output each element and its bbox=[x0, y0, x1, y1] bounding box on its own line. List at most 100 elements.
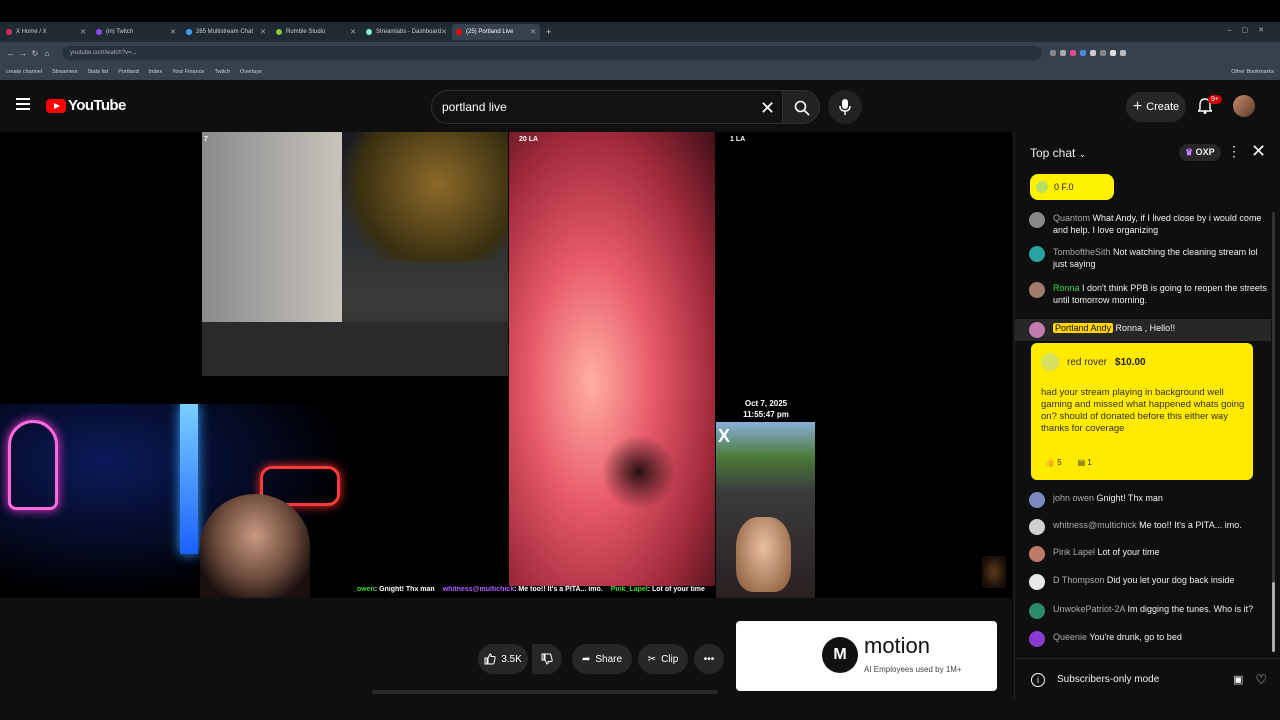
close-tab-icon[interactable]: ✕ bbox=[350, 28, 356, 36]
chat-message[interactable]: Pink Lapel Lot of your time bbox=[1029, 546, 1269, 562]
close-tab-icon[interactable]: ✕ bbox=[530, 28, 536, 36]
voice-search-button[interactable] bbox=[828, 90, 862, 124]
bookmark-item[interactable]: create channel bbox=[6, 69, 42, 75]
extension-icon[interactable] bbox=[1120, 50, 1126, 56]
video-player[interactable]: 7 20 LA 1 LA Oct 7, 2025 11:55:47 pm X _… bbox=[0, 132, 1012, 598]
extension-icon[interactable] bbox=[1060, 50, 1066, 56]
heart-icon[interactable]: ♡ bbox=[1255, 672, 1267, 688]
extension-icon[interactable] bbox=[1070, 50, 1076, 56]
chat-author[interactable]: Portland Andy bbox=[1053, 323, 1114, 333]
chat-footer: i Subscribers-only mode ▣ ♡ bbox=[1015, 658, 1280, 700]
browser-tab[interactable]: Streamlabs - Dashboard ✕ bbox=[362, 24, 450, 40]
chat-message[interactable]: whitness@multichick Me too!! It's a PITA… bbox=[1029, 519, 1269, 535]
account-avatar[interactable] bbox=[1233, 95, 1255, 117]
extension-icon[interactable] bbox=[1090, 50, 1096, 56]
dislike-button[interactable] bbox=[532, 644, 562, 674]
reload-icon[interactable]: ↻ bbox=[30, 49, 40, 58]
new-tab-icon[interactable]: + bbox=[546, 27, 551, 37]
chat-scrollbar[interactable] bbox=[1272, 212, 1275, 652]
chat-author[interactable]: Queenie bbox=[1053, 632, 1087, 642]
clear-search-icon[interactable]: ✕ bbox=[760, 98, 775, 119]
bookmark-item[interactable]: Your Finance bbox=[172, 69, 204, 75]
browser-tab[interactable]: (in) Twitch ✕ bbox=[92, 24, 180, 40]
chat-author[interactable]: D Thompson bbox=[1053, 575, 1104, 585]
bookmark-item[interactable]: Other Bookmarks bbox=[1231, 69, 1274, 75]
chat-message[interactable]: john owen Gnight! Thx man bbox=[1029, 492, 1269, 508]
gift-icon[interactable]: ▣ bbox=[1233, 673, 1243, 686]
chat-message[interactable]: Quantom What Andy, if I lived close by i… bbox=[1029, 212, 1269, 236]
ad-card[interactable]: M motion AI Employees used by 1M+ bbox=[736, 621, 997, 691]
super-chat-like-button[interactable]: 👍 5 bbox=[1045, 458, 1062, 467]
tab-favicon bbox=[456, 29, 462, 35]
extension-icon[interactable] bbox=[1080, 50, 1086, 56]
chat-author[interactable]: Quantom bbox=[1053, 213, 1090, 223]
extension-icon[interactable] bbox=[1100, 50, 1106, 56]
back-icon[interactable]: ← bbox=[6, 49, 16, 58]
chat-message[interactable]: TomboftheSith Not watching the cleaning … bbox=[1029, 246, 1269, 270]
home-icon[interactable]: ⌂ bbox=[42, 49, 52, 58]
close-tab-icon[interactable]: ✕ bbox=[441, 28, 447, 36]
channel-points-badge[interactable]: ♛ OXP bbox=[1179, 144, 1221, 161]
tab-favicon bbox=[366, 29, 372, 35]
chat-message[interactable]: D Thompson Did you let your dog back ins… bbox=[1029, 574, 1269, 590]
horizontal-scrollbar[interactable] bbox=[372, 690, 718, 694]
feed-label: 1 LA bbox=[730, 136, 746, 143]
youtube-header: YouTube portland live ✕ + Create 9+ bbox=[0, 80, 1280, 132]
super-chat-amount: $10.00 bbox=[1115, 356, 1146, 368]
youtube-logo[interactable]: YouTube bbox=[46, 97, 126, 114]
bookmark-item[interactable]: Stats list bbox=[87, 69, 108, 75]
close-tab-icon[interactable]: ✕ bbox=[80, 28, 86, 36]
browser-tab[interactable]: Rumble Studio ✕ bbox=[272, 24, 360, 40]
close-tab-icon[interactable]: ✕ bbox=[170, 28, 176, 36]
chat-author[interactable]: john owen bbox=[1053, 493, 1094, 503]
chat-message[interactable]: Ronna I don't think PPB is going to reop… bbox=[1029, 282, 1269, 306]
extension-icon[interactable] bbox=[1110, 50, 1116, 56]
bookmark-item[interactable]: Portland bbox=[118, 69, 139, 75]
bookmark-item[interactable]: Overlays bbox=[240, 69, 262, 75]
chat-message[interactable]: Portland Andy Ronna , Hello!! bbox=[1015, 319, 1271, 341]
more-actions-button[interactable]: ••• bbox=[694, 644, 724, 674]
create-label: Create bbox=[1146, 101, 1180, 113]
chat-mode-dropdown[interactable]: Top chat ⌄ bbox=[1030, 146, 1086, 160]
chat-author[interactable]: Pink Lapel bbox=[1053, 547, 1095, 557]
browser-tab[interactable]: (25) Portland Live ✕ bbox=[452, 24, 540, 40]
chat-author[interactable]: whitness@multichick bbox=[1053, 520, 1137, 530]
create-button[interactable]: + Create bbox=[1126, 92, 1186, 122]
window-controls[interactable]: –▢✕ bbox=[1228, 26, 1274, 34]
info-icon[interactable]: i bbox=[1031, 672, 1045, 687]
chat-text: Im digging the tunes. Who is it? bbox=[1125, 604, 1254, 614]
microphone-icon bbox=[839, 99, 851, 115]
super-chat-reply-button[interactable]: ▤ 1 bbox=[1078, 458, 1092, 467]
address-bar[interactable]: youtube.com/watch?v=... bbox=[62, 46, 1042, 60]
clip-button[interactable]: ✂ Clip bbox=[638, 644, 688, 674]
feed-label: 7 bbox=[204, 136, 208, 143]
browser-tab[interactable]: X Home / X ✕ bbox=[2, 24, 90, 40]
ticker-message: whitness@multichick: Me too!! It's a PIT… bbox=[443, 586, 603, 598]
search-input[interactable]: portland live bbox=[431, 90, 783, 124]
chat-text: I don't think PPB is going to reopen the… bbox=[1053, 283, 1267, 305]
close-tab-icon[interactable]: ✕ bbox=[260, 28, 266, 36]
ad-tagline: AI Employees used by 1M+ bbox=[864, 665, 962, 674]
chat-options-icon[interactable]: ⋮ bbox=[1227, 143, 1241, 160]
like-button[interactable]: 3.5K bbox=[478, 644, 528, 674]
tab-favicon bbox=[186, 29, 192, 35]
forward-icon[interactable]: → bbox=[18, 49, 28, 58]
search-icon bbox=[794, 100, 810, 116]
chat-author[interactable]: UnwokePatriot-2A bbox=[1053, 604, 1125, 614]
close-chat-icon[interactable]: ✕ bbox=[1251, 141, 1266, 162]
browser-tab[interactable]: 265 Multistream Chat ✕ bbox=[182, 24, 270, 40]
chat-author[interactable]: Ronna bbox=[1053, 283, 1080, 293]
pinned-ticker-chip[interactable]: 0 F.0 bbox=[1030, 174, 1114, 200]
super-chat-card[interactable]: red rover $10.00 had your stream playing … bbox=[1031, 343, 1253, 480]
bookmark-item[interactable]: Index bbox=[149, 69, 162, 75]
chat-message[interactable]: Queenie You're drunk, go to bed bbox=[1029, 631, 1269, 647]
search-button[interactable] bbox=[782, 90, 820, 124]
hamburger-menu-icon[interactable] bbox=[16, 98, 30, 110]
chat-ticker-overlay: _owen: Gnight! Thx man whitness@multichic… bbox=[353, 586, 715, 598]
extension-icon[interactable] bbox=[1050, 50, 1056, 56]
chat-message[interactable]: UnwokePatriot-2A Im digging the tunes. W… bbox=[1029, 603, 1269, 619]
share-button[interactable]: ➦ Share bbox=[572, 644, 632, 674]
bookmark-item[interactable]: Streamers bbox=[52, 69, 77, 75]
bookmark-item[interactable]: Twitch bbox=[214, 69, 230, 75]
chat-author[interactable]: TomboftheSith bbox=[1053, 247, 1111, 257]
